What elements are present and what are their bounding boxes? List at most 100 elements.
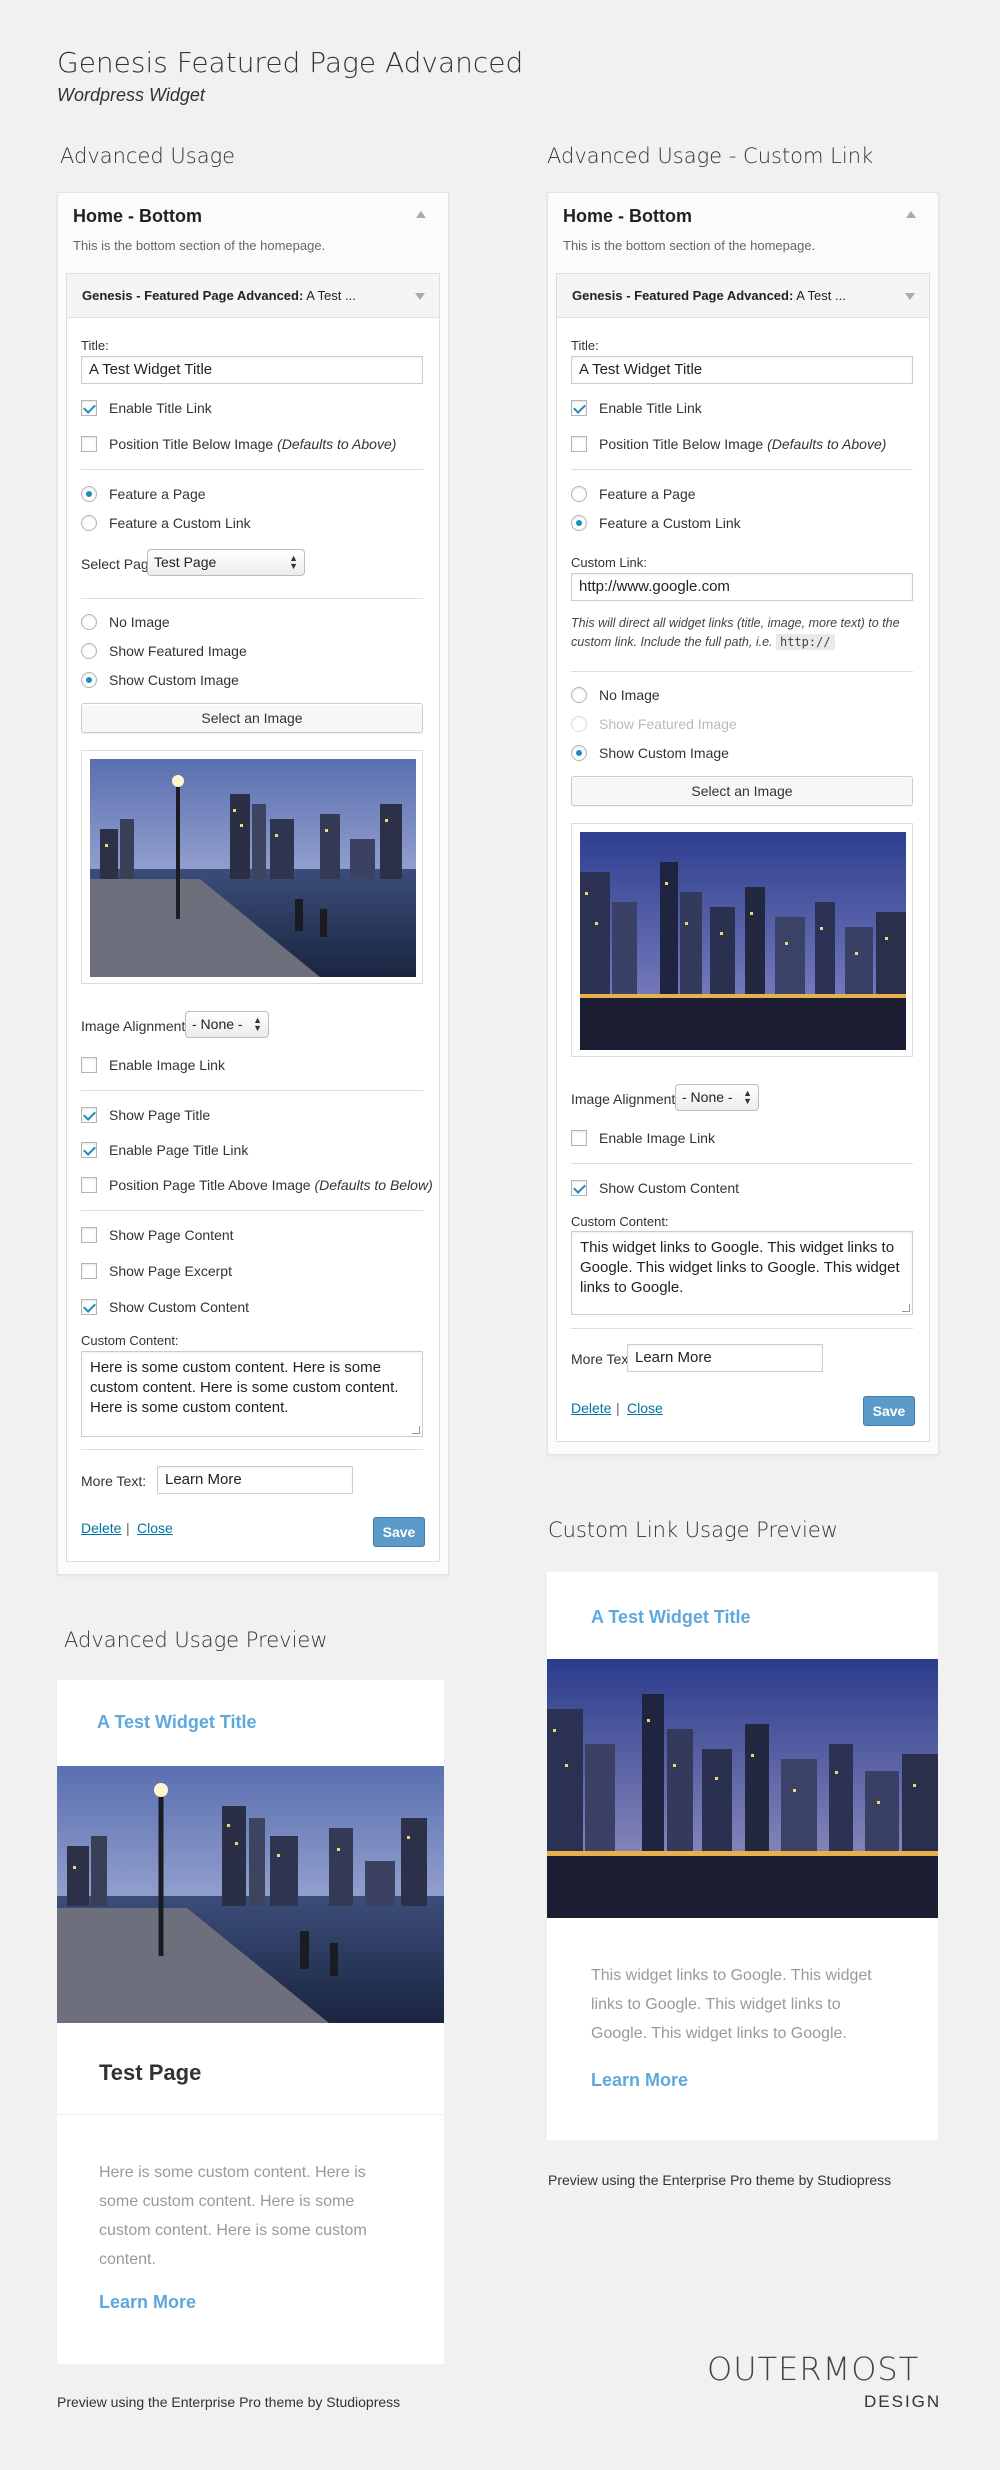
divider xyxy=(81,1090,423,1091)
widget-area-title: Home - Bottom xyxy=(563,206,692,226)
show-custom-image-label: Show Custom Image xyxy=(109,672,239,688)
show-page-excerpt-checkbox[interactable] xyxy=(81,1263,97,1279)
show-custom-content-checkbox[interactable] xyxy=(571,1180,587,1196)
section-title-custom-link: Advanced Usage - Custom Link xyxy=(547,144,874,168)
collapse-up-icon[interactable] xyxy=(416,211,426,218)
city-photo xyxy=(580,832,906,1050)
delete-link[interactable]: Delete xyxy=(81,1520,121,1536)
widget-area-description: This is the bottom section of the homepa… xyxy=(563,238,816,253)
feature-page-label: Feature a Page xyxy=(109,486,206,502)
more-text-input[interactable]: Learn More xyxy=(157,1466,353,1494)
city-photo-large[interactable] xyxy=(547,1659,938,1918)
preview-learn-more-link[interactable]: Learn More xyxy=(99,2292,196,2313)
widget-area-right: Home - Bottom This is the bottom section… xyxy=(547,192,939,1455)
position-title-below-checkbox[interactable] xyxy=(81,436,97,452)
show-page-title-checkbox[interactable] xyxy=(81,1107,97,1123)
position-page-title-above-checkbox[interactable] xyxy=(81,1177,97,1193)
position-title-below-checkbox[interactable] xyxy=(571,436,587,452)
expand-down-icon[interactable] xyxy=(905,293,915,300)
no-image-radio[interactable] xyxy=(81,614,97,630)
title-input[interactable]: A Test Widget Title xyxy=(571,356,913,384)
section-title-advanced-preview: Advanced Usage Preview xyxy=(64,1628,328,1652)
widget-area-description: This is the bottom section of the homepa… xyxy=(73,238,326,253)
divider xyxy=(571,1328,913,1329)
divider xyxy=(81,469,423,470)
preview-widget-title[interactable]: A Test Widget Title xyxy=(97,1712,257,1733)
save-button[interactable]: Save xyxy=(373,1517,425,1547)
no-image-label: No Image xyxy=(599,687,660,703)
widget-header-bar[interactable]: Genesis - Featured Page Advanced: A Test… xyxy=(557,274,929,318)
preview-widget-title[interactable]: A Test Widget Title xyxy=(591,1607,751,1628)
harbor-photo-large[interactable] xyxy=(57,1766,444,2023)
preview-learn-more-link[interactable]: Learn More xyxy=(591,2070,688,2091)
image-thumbnail xyxy=(571,823,913,1057)
select-arrows-icon: ▲ ▼ xyxy=(743,1088,752,1106)
image-alignment-label: Image Alignment: xyxy=(81,1018,190,1034)
select-image-button[interactable]: Select an Image xyxy=(81,703,423,733)
enable-title-link-checkbox[interactable] xyxy=(81,400,97,416)
enable-page-title-link-checkbox[interactable] xyxy=(81,1142,97,1158)
image-alignment-label: Image Alignment: xyxy=(571,1091,680,1107)
page-subtitle: Wordpress Widget xyxy=(57,85,205,105)
position-title-below-label: Position Title Below Image (Defaults to … xyxy=(109,436,397,452)
custom-content-textarea[interactable]: Here is some custom content. Here is som… xyxy=(81,1351,423,1437)
close-link[interactable]: Close xyxy=(137,1520,173,1536)
position-page-title-above-label: Position Page Title Above Image (Default… xyxy=(109,1177,433,1193)
harbor-photo xyxy=(90,759,416,977)
show-featured-image-radio[interactable] xyxy=(81,643,97,659)
link-separator: | xyxy=(126,1520,130,1536)
select-arrows-icon: ▲ ▼ xyxy=(253,1015,262,1033)
divider xyxy=(571,1163,913,1164)
custom-link-label: Custom Link: xyxy=(571,555,647,570)
show-custom-content-checkbox[interactable] xyxy=(81,1299,97,1315)
divider xyxy=(57,2114,444,2115)
no-image-label: No Image xyxy=(109,614,170,630)
save-button[interactable]: Save xyxy=(863,1396,915,1426)
close-link[interactable]: Close xyxy=(627,1400,663,1416)
custom-content-label: Custom Content: xyxy=(81,1333,179,1348)
widget-header-bar[interactable]: Genesis - Featured Page Advanced: A Test… xyxy=(67,274,439,318)
resize-grip-icon[interactable] xyxy=(902,1304,910,1312)
section-title-advanced-usage: Advanced Usage xyxy=(60,144,236,168)
preview-page-title[interactable]: Test Page xyxy=(99,2060,201,2086)
feature-page-label: Feature a Page xyxy=(599,486,696,502)
divider xyxy=(81,1210,423,1211)
resize-grip-icon[interactable] xyxy=(412,1426,420,1434)
image-alignment-dropdown[interactable]: - None - ▲ ▼ xyxy=(185,1011,269,1038)
preview-card-advanced: A Test Widget Title Test Page Here is so… xyxy=(57,1680,444,2364)
custom-link-input[interactable]: http://www.google.com xyxy=(571,573,913,601)
feature-custom-link-radio[interactable] xyxy=(571,515,587,531)
image-alignment-dropdown[interactable]: - None - ▲ ▼ xyxy=(675,1084,759,1111)
preview-body-text: Here is some custom content. Here is som… xyxy=(99,2164,367,2268)
page-title: Genesis Featured Page Advanced xyxy=(57,46,524,79)
select-image-button[interactable]: Select an Image xyxy=(571,776,913,806)
widget-box: Genesis - Featured Page Advanced: A Test… xyxy=(556,273,930,1442)
feature-page-radio[interactable] xyxy=(571,486,587,502)
enable-title-link-checkbox[interactable] xyxy=(571,400,587,416)
enable-image-link-checkbox[interactable] xyxy=(571,1130,587,1146)
title-label: Title: xyxy=(81,338,109,353)
select-page-dropdown[interactable]: Test Page ▲ ▼ xyxy=(147,549,305,576)
title-input[interactable]: A Test Widget Title xyxy=(81,356,423,384)
expand-down-icon[interactable] xyxy=(415,293,425,300)
collapse-up-icon[interactable] xyxy=(906,211,916,218)
show-page-content-checkbox[interactable] xyxy=(81,1227,97,1243)
widget-title-preview: A Test ... xyxy=(793,288,846,303)
show-custom-image-radio[interactable] xyxy=(571,745,587,761)
custom-content-label: Custom Content: xyxy=(571,1214,669,1229)
show-page-excerpt-label: Show Page Excerpt xyxy=(109,1263,232,1279)
widget-name: Genesis - Featured Page Advanced: xyxy=(572,288,794,303)
preview-body-text: This widget links to Google. This widget… xyxy=(591,1967,872,2042)
delete-link[interactable]: Delete xyxy=(571,1400,611,1416)
enable-image-link-checkbox[interactable] xyxy=(81,1057,97,1073)
more-text-input[interactable]: Learn More xyxy=(627,1344,823,1372)
show-custom-image-radio[interactable] xyxy=(81,672,97,688)
feature-page-radio[interactable] xyxy=(81,486,97,502)
show-page-content-label: Show Page Content xyxy=(109,1227,234,1243)
outermost-logo-text: OUTERMOST xyxy=(707,2350,920,2388)
custom-content-textarea[interactable]: This widget links to Google. This widget… xyxy=(571,1231,913,1315)
feature-custom-link-label: Feature a Custom Link xyxy=(599,515,741,531)
feature-custom-link-radio[interactable] xyxy=(81,515,97,531)
widget-area-title: Home - Bottom xyxy=(73,206,202,226)
no-image-radio[interactable] xyxy=(571,687,587,703)
